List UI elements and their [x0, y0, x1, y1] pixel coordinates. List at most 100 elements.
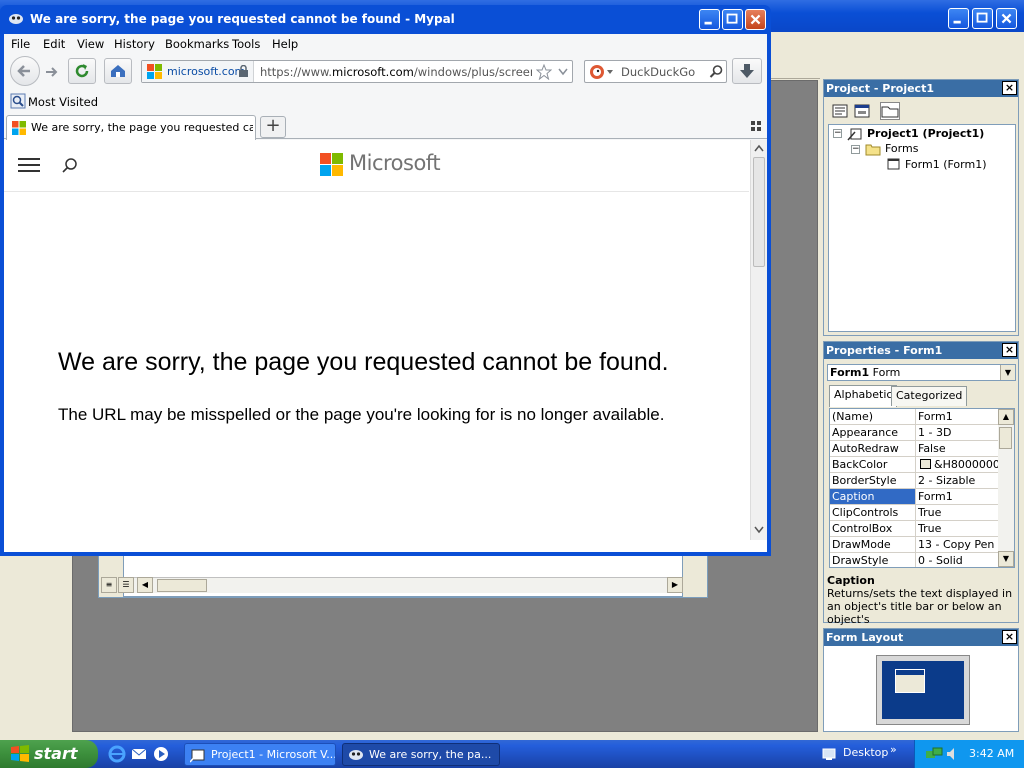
- vb-close-button[interactable]: [996, 8, 1017, 29]
- home-button[interactable]: [104, 58, 132, 84]
- scroll-down-icon[interactable]: [754, 526, 764, 534]
- toolbar-expand-icon[interactable]: »: [890, 743, 897, 756]
- all-tabs-icon[interactable]: [750, 120, 762, 132]
- browser-close-button[interactable]: [745, 9, 766, 30]
- start-button[interactable]: start: [0, 740, 98, 768]
- clock[interactable]: 3:42 AM: [969, 747, 1014, 760]
- property-row[interactable]: BorderStyle 2 - Sizable: [830, 473, 998, 489]
- outlook-express-icon[interactable]: [130, 745, 148, 763]
- search-bar[interactable]: DuckDuckGo: [584, 60, 727, 83]
- property-value[interactable]: 1 - 3D: [918, 425, 998, 440]
- property-row[interactable]: DrawMode 13 - Copy Pen: [830, 537, 998, 553]
- procedure-view-button[interactable]: ≡: [101, 577, 117, 593]
- property-value[interactable]: Form1: [918, 489, 998, 504]
- code-hscrollbar[interactable]: ◀ ▶: [123, 577, 683, 593]
- scroll-thumb[interactable]: [157, 579, 207, 592]
- menu-view[interactable]: View: [77, 37, 104, 51]
- tree-item-form1[interactable]: Form1 (Form1): [905, 158, 987, 171]
- browser-titlebar[interactable]: We are sorry, the page you requested can…: [0, 5, 771, 34]
- url-dropdown-icon[interactable]: [558, 68, 568, 76]
- tab-alphabetic[interactable]: Alphabetic: [829, 385, 898, 407]
- toggle-folders-button[interactable]: [880, 102, 900, 120]
- taskbar-item-browser[interactable]: We are sorry, the pa...: [342, 743, 500, 766]
- scroll-down-button[interactable]: ▼: [998, 551, 1014, 567]
- taskbar-item-vb-project[interactable]: Project1 - Microsoft V...: [184, 743, 336, 766]
- scroll-thumb[interactable]: [999, 427, 1012, 449]
- property-value[interactable]: 0 - Solid: [918, 553, 998, 567]
- property-value[interactable]: 13 - Copy Pen: [918, 537, 998, 552]
- browser-minimize-button[interactable]: [699, 9, 720, 30]
- tree-item-project[interactable]: Project1 (Project1): [867, 127, 984, 140]
- volume-icon[interactable]: [945, 746, 961, 762]
- tab-categorized[interactable]: Categorized: [891, 386, 968, 406]
- property-row[interactable]: AutoRedraw False: [830, 441, 998, 457]
- microsoft-logo-icon[interactable]: [320, 153, 344, 177]
- full-module-view-button[interactable]: ☰: [118, 577, 134, 593]
- property-row[interactable]: DrawStyle 0 - Solid: [830, 553, 998, 567]
- reload-button[interactable]: [68, 58, 96, 84]
- tab-active[interactable]: We are sorry, the page you requested can…: [6, 115, 256, 140]
- property-value[interactable]: 2 - Sizable: [918, 473, 998, 488]
- properties-grid[interactable]: (Name) Form1 Appearance 1 - 3D AutoRedraw F…: [829, 408, 1015, 568]
- scroll-up-icon[interactable]: [754, 144, 764, 152]
- back-button[interactable]: [10, 56, 40, 86]
- search-engine-dropdown-icon[interactable]: [607, 70, 613, 74]
- brand-name[interactable]: Microsoft: [349, 151, 441, 175]
- form-layout-close-button[interactable]: ×: [1002, 630, 1017, 644]
- scroll-up-button[interactable]: ▲: [998, 409, 1014, 425]
- vb-minimize-button[interactable]: [948, 8, 969, 29]
- form-position-preview[interactable]: [895, 669, 925, 693]
- property-row[interactable]: Appearance 1 - 3D: [830, 425, 998, 441]
- desktop-toolbar-icon[interactable]: [822, 747, 836, 761]
- menu-help[interactable]: Help: [272, 37, 298, 51]
- view-object-button[interactable]: [852, 102, 872, 120]
- project-tree[interactable]: − Project1 (Project1) − Forms Form1 (For…: [828, 124, 1016, 332]
- property-row[interactable]: ControlBox True: [830, 521, 998, 537]
- project-panel-close-button[interactable]: ×: [1002, 81, 1017, 95]
- chevron-down-icon[interactable]: ▼: [1000, 365, 1015, 380]
- properties-vscrollbar[interactable]: ▲ ▼: [998, 409, 1014, 567]
- property-row[interactable]: BackColor&H8000000F: [830, 457, 998, 473]
- properties-panel-close-button[interactable]: ×: [1002, 343, 1017, 357]
- search-icon[interactable]: [709, 64, 724, 79]
- new-tab-button[interactable]: +: [260, 116, 286, 138]
- internet-explorer-icon[interactable]: [108, 745, 126, 763]
- page-vscrollbar[interactable]: [750, 140, 767, 540]
- downloads-button[interactable]: [732, 58, 762, 84]
- scroll-right-button[interactable]: ▶: [667, 577, 683, 593]
- menu-tools[interactable]: Tools: [232, 37, 260, 51]
- property-row[interactable]: ClipControls True: [830, 505, 998, 521]
- address-bar[interactable]: microsoft.com https://www.microsoft.com/…: [141, 60, 573, 83]
- site-identity-button[interactable]: microsoft.com: [142, 61, 254, 82]
- menu-history[interactable]: History: [114, 37, 155, 51]
- hamburger-menu-icon[interactable]: [18, 158, 40, 174]
- property-value[interactable]: &H8000000F: [918, 457, 998, 472]
- object-selector[interactable]: Form1 Form ▼: [827, 364, 1016, 381]
- property-value[interactable]: False: [918, 441, 998, 456]
- menu-file[interactable]: File: [11, 37, 30, 51]
- duckduckgo-icon[interactable]: [589, 64, 605, 80]
- bookmark-most-visited[interactable]: [10, 93, 26, 109]
- view-code-button[interactable]: [830, 102, 850, 120]
- menu-edit[interactable]: Edit: [43, 37, 65, 51]
- url-text[interactable]: https://www.microsoft.com/windows/plus/s…: [260, 65, 532, 79]
- tree-collapse-forms[interactable]: −: [851, 145, 860, 154]
- property-row-selected[interactable]: Caption Form1: [830, 489, 998, 505]
- property-value[interactable]: Form1: [918, 409, 998, 424]
- browser-maximize-button[interactable]: [722, 9, 743, 30]
- tree-collapse-project[interactable]: −: [833, 129, 842, 138]
- network-icon[interactable]: [925, 745, 943, 763]
- search-icon[interactable]: [60, 156, 80, 176]
- tree-item-forms[interactable]: Forms: [885, 142, 918, 155]
- media-player-icon[interactable]: [152, 745, 170, 763]
- property-value[interactable]: True: [918, 521, 998, 536]
- most-visited-label[interactable]: Most Visited: [28, 95, 98, 109]
- bookmark-star-icon[interactable]: [536, 64, 552, 80]
- forward-button[interactable]: [44, 64, 60, 80]
- vb-maximize-button[interactable]: [972, 8, 993, 29]
- scroll-left-button[interactable]: ◀: [137, 577, 153, 593]
- property-value[interactable]: True: [918, 505, 998, 520]
- desktop-toolbar-label[interactable]: Desktop: [843, 746, 888, 759]
- scroll-thumb[interactable]: [753, 157, 765, 267]
- menu-bookmarks[interactable]: Bookmarks: [165, 37, 229, 51]
